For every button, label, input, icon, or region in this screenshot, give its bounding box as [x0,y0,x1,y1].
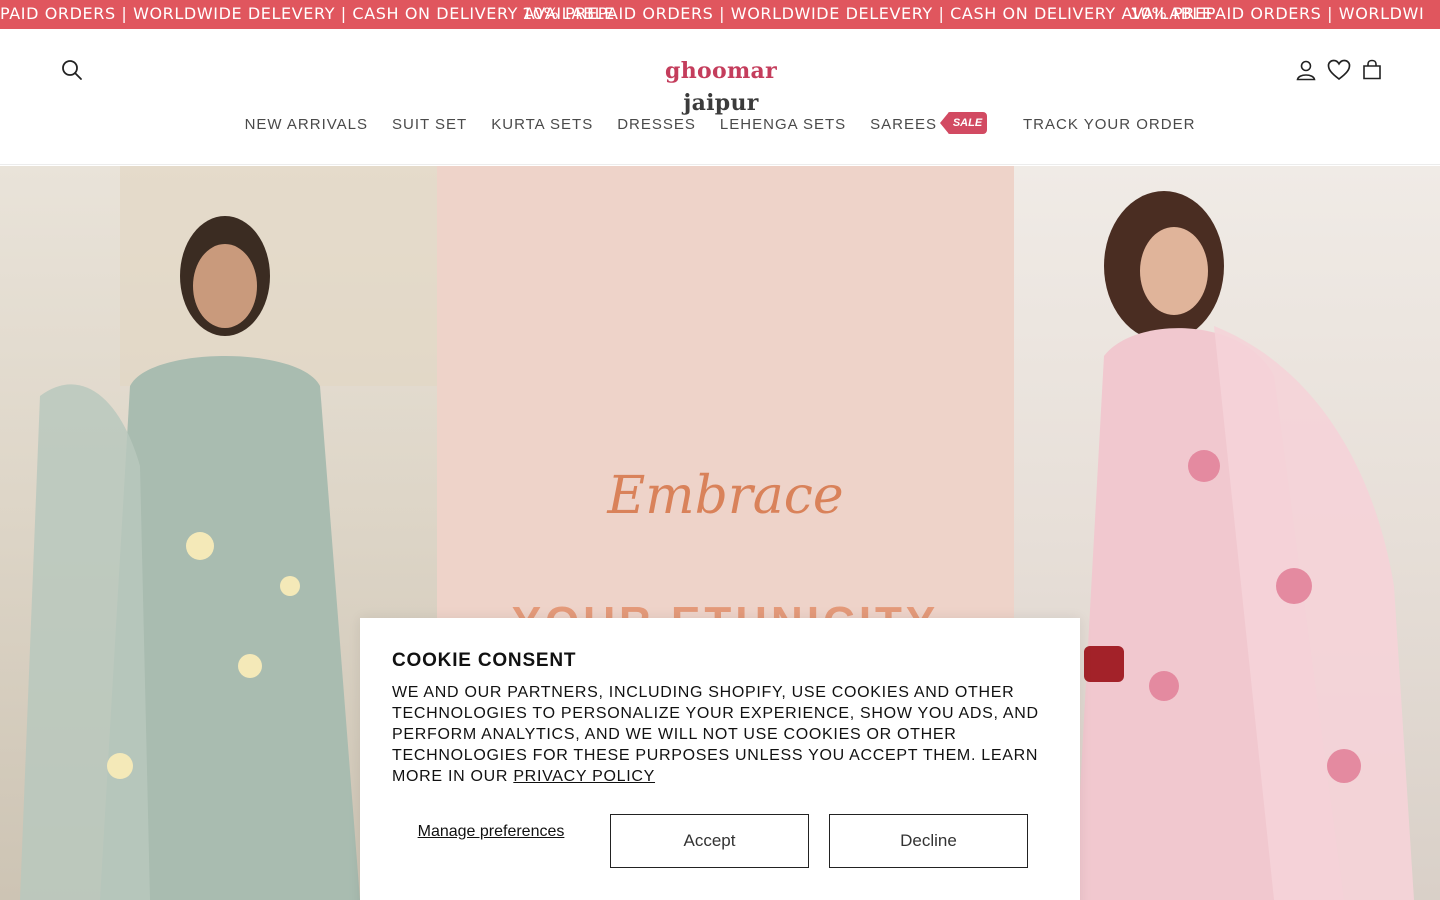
nav-item-new-arrivals[interactable]: NEW ARRIVALS [233,111,380,139]
announcement-bar: PAID ORDERS | WORLDWIDE DELEVERY | CASH … [0,0,1440,29]
logo-first-word: ghoomar [665,58,777,84]
main-navigation: NEW ARRIVALS SUIT SET KURTA SETS DRESSES… [0,111,1440,139]
cookie-title: COOKIE CONSENT [392,650,577,671]
wishlist-icon[interactable] [1324,55,1354,85]
nav-item-lehenga-sets[interactable]: LEHENGA SETS [708,111,858,139]
accept-button[interactable]: Accept [610,814,809,868]
nav-item-kurta-sets[interactable]: KURTA SETS [479,111,605,139]
announcement-text-tail: 10% PREPAID ORDERS | WORLDWI [1130,4,1425,23]
sale-badge-label: SALE [948,112,987,134]
manage-preferences-link[interactable]: Manage preferences [392,822,590,841]
privacy-policy-link[interactable]: PRIVACY POLICY [513,768,655,785]
site-header: ghoomar jaipur NEW ARRIVALS SUIT SET KUR… [0,29,1440,165]
account-icon[interactable] [1291,55,1321,85]
cookie-body: WE AND OUR PARTNERS, INCLUDING SHOPIFY, … [392,682,1048,787]
cart-icon[interactable] [1357,55,1387,85]
nav-item-sarees[interactable]: SAREES [858,111,949,139]
hero-headline-script: Embrace [607,466,844,526]
nav-item-track-your-order[interactable]: TRACK YOUR ORDER [1011,111,1207,139]
nav-item-suit-set[interactable]: SUIT SET [380,111,479,139]
site-logo[interactable]: ghoomar jaipur [634,55,808,116]
decline-button[interactable]: Decline [829,814,1028,868]
nav-item-dresses[interactable]: DRESSES [605,111,708,139]
sale-badge[interactable]: SALE [940,112,987,134]
search-icon[interactable] [57,55,87,85]
announcement-text-repeat: 10% PREPAID ORDERS | WORLDWIDE DELEVERY … [522,4,1213,23]
cookie-body-text: WE AND OUR PARTNERS, INCLUDING SHOPIFY, … [392,684,1039,785]
